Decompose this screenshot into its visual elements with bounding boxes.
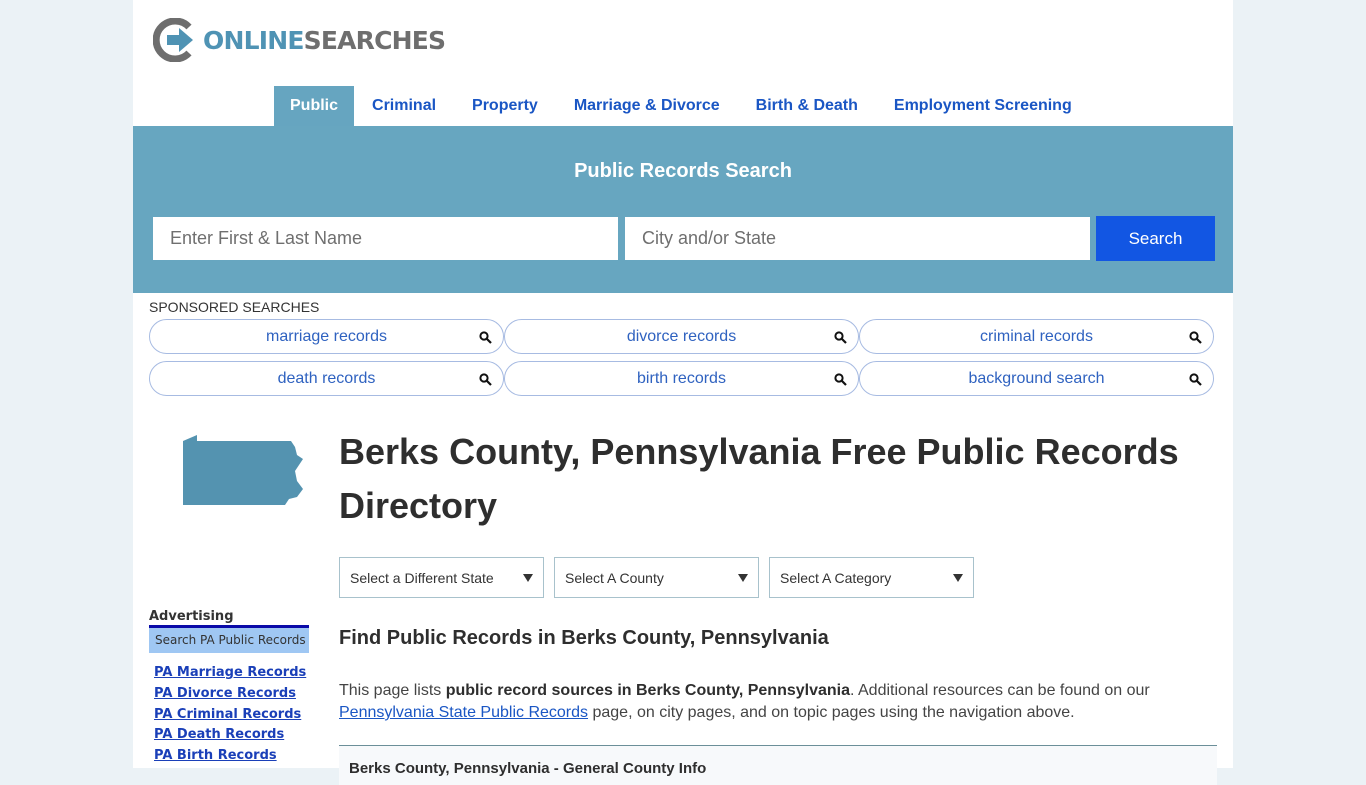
logo-mark-icon (153, 18, 193, 62)
search-pa-records-bar: Search PA Public Records (149, 625, 309, 653)
sponsored-background-search[interactable]: background search (859, 361, 1214, 396)
nav-employment-screening[interactable]: Employment Screening (876, 86, 1090, 126)
main-nav: Public Criminal Property Marriage & Divo… (274, 86, 1090, 126)
filter-selects: Select a Different State Select A County… (339, 557, 974, 598)
sponsored-label: birth records (637, 369, 726, 387)
sponsored-marriage-records[interactable]: marriage records (149, 319, 504, 354)
caret-down-icon (523, 574, 533, 582)
pa-birth-records-link[interactable]: PA Birth Records (154, 746, 306, 767)
sponsored-death-records[interactable]: death records (149, 361, 504, 396)
sponsored-label: criminal records (980, 327, 1093, 345)
search-hero: Public Records Search Search (133, 126, 1233, 293)
info-box-title: Berks County, Pennsylvania - General Cou… (349, 760, 707, 777)
sponsored-label: background search (968, 369, 1105, 387)
pennsylvania-state-records-link[interactable]: Pennsylvania State Public Records (339, 704, 588, 721)
site-logo[interactable]: ONLINESEARCHES (153, 18, 446, 62)
pa-death-records-link[interactable]: PA Death Records (154, 725, 306, 746)
search-icon (1189, 331, 1202, 344)
pa-marriage-records-link[interactable]: PA Marriage Records (154, 663, 306, 684)
search-button[interactable]: Search (1096, 216, 1215, 261)
sponsored-criminal-records[interactable]: criminal records (859, 319, 1214, 354)
sponsored-searches-label: SPONSORED SEARCHES (149, 299, 320, 315)
city-state-input[interactable] (625, 217, 1090, 260)
intro-prefix: This page lists (339, 682, 446, 699)
caret-down-icon (738, 574, 748, 582)
nav-criminal[interactable]: Criminal (354, 86, 454, 126)
county-select-value: Select A County (565, 570, 664, 586)
nav-property[interactable]: Property (454, 86, 556, 126)
pa-divorce-records-link[interactable]: PA Divorce Records (154, 684, 306, 705)
search-icon (479, 331, 492, 344)
state-select[interactable]: Select a Different State (339, 557, 544, 598)
sponsored-label: death records (277, 369, 376, 387)
general-county-info-box: Berks County, Pennsylvania - General Cou… (339, 745, 1217, 785)
state-select-value: Select a Different State (350, 570, 494, 586)
nav-public[interactable]: Public (274, 86, 355, 126)
nav-marriage-divorce[interactable]: Marriage & Divorce (556, 86, 738, 126)
pennsylvania-map-icon (183, 435, 303, 505)
county-select[interactable]: Select A County (554, 557, 759, 598)
search-icon (1189, 373, 1202, 386)
logo-online: ONLINE (203, 25, 304, 55)
sponsored-divorce-records[interactable]: divorce records (504, 319, 859, 354)
hero-title: Public Records Search (574, 160, 792, 182)
logo-searches: SEARCHES (303, 25, 446, 55)
pa-criminal-records-link[interactable]: PA Criminal Records (154, 705, 306, 726)
intro-suffix: page, on city pages, and on topic pages … (588, 704, 1075, 721)
caret-down-icon (953, 574, 963, 582)
advertising-links: PA Marriage Records PA Divorce Records P… (154, 663, 306, 767)
nav-birth-death[interactable]: Birth & Death (738, 86, 876, 126)
page-container: ONLINESEARCHES Public Criminal Property … (133, 0, 1233, 785)
sponsored-birth-records[interactable]: birth records (504, 361, 859, 396)
name-input[interactable] (153, 217, 618, 260)
category-select-value: Select A Category (780, 570, 892, 586)
category-select[interactable]: Select A Category (769, 557, 974, 598)
page-title: Berks County, Pennsylvania Free Public R… (339, 431, 1179, 526)
section-heading: Find Public Records in Berks County, Pen… (339, 627, 829, 649)
search-icon (834, 373, 847, 386)
sponsored-label: divorce records (626, 327, 737, 345)
logo-text: ONLINESEARCHES (203, 25, 446, 55)
intro-bold: public record sources in Berks County, P… (445, 682, 850, 699)
search-icon (479, 373, 492, 386)
sponsored-label: marriage records (266, 327, 387, 345)
intro-middle: . Additional resources can be found on o… (850, 682, 1150, 699)
sponsored-searches-grid: marriage records divorce records crimina… (149, 319, 1215, 396)
search-icon (834, 331, 847, 344)
intro-paragraph: This page lists public record sources in… (339, 680, 1219, 724)
advertising-label: Advertising (149, 609, 234, 624)
